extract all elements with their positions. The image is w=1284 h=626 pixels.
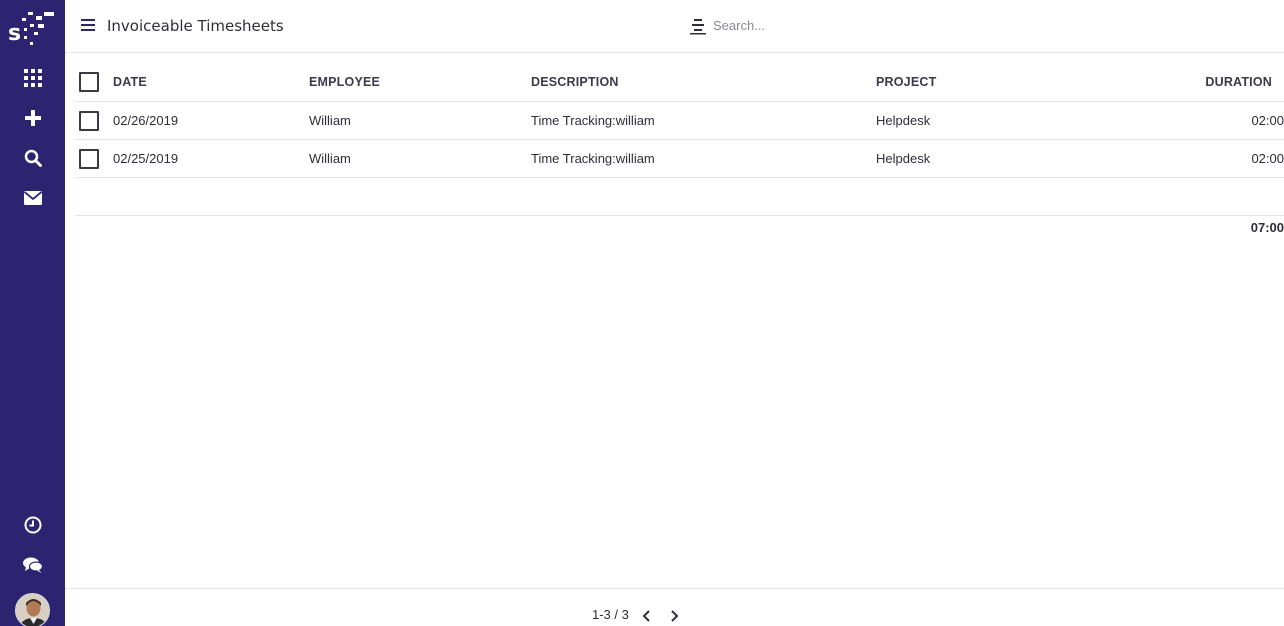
table-row[interactable]: 02/26/2019 William Time Tracking:william… <box>75 102 1284 140</box>
row-checkbox[interactable] <box>79 149 99 169</box>
cell-description: Time Tracking:william <box>531 151 655 166</box>
cell-description: Time Tracking:william <box>531 113 655 128</box>
table-row[interactable]: 02/25/2019 William Time Tracking:william… <box>75 140 1284 178</box>
table-header-row: DATE EMPLOYEE DESCRIPTION PROJECT DURATI… <box>75 63 1284 102</box>
search-input[interactable] <box>713 14 1013 36</box>
total-duration: 07:00 <box>1250 220 1284 235</box>
apps-grid-icon[interactable] <box>17 64 49 92</box>
cell-project: Helpdesk <box>876 151 931 166</box>
column-header-duration[interactable]: DURATION <box>1205 63 1272 101</box>
select-all-checkbox[interactable] <box>79 72 99 92</box>
clock-icon[interactable] <box>17 511 49 539</box>
column-header-project[interactable]: PROJECT <box>876 63 936 101</box>
pager-value: 1-3 / 3 <box>592 607 629 622</box>
user-avatar[interactable] <box>15 593 50 626</box>
cell-date: 02/25/2019 <box>113 151 179 166</box>
top-header: Invoiceable Timesheets <box>65 0 1284 53</box>
column-header-employee[interactable]: EMPLOYEE <box>309 63 380 101</box>
app-logo[interactable]: s <box>8 8 58 52</box>
plus-icon[interactable] <box>17 104 49 132</box>
cell-duration: 02:00 <box>1251 113 1284 128</box>
chat-icon[interactable] <box>17 551 49 579</box>
timesheet-table: DATE EMPLOYEE DESCRIPTION PROJECT DURATI… <box>75 63 1284 216</box>
cell-employee: William <box>309 113 351 128</box>
pager-footer: 1-3 / 3 <box>65 588 1284 626</box>
cell-duration: 02:00 <box>1251 151 1284 166</box>
column-header-description[interactable]: DESCRIPTION <box>531 63 619 101</box>
page-title: Invoiceable Timesheets <box>107 17 284 35</box>
column-header-date[interactable]: DATE <box>113 63 147 101</box>
cell-project: Helpdesk <box>876 113 931 128</box>
cell-employee: William <box>309 151 351 166</box>
cell-date: 02/26/2019 <box>113 113 179 128</box>
filter-icon[interactable] <box>689 17 707 35</box>
empty-row <box>75 178 1284 216</box>
pager-previous-icon[interactable] <box>642 609 654 623</box>
menu-toggle-icon[interactable] <box>81 18 99 34</box>
search-icon[interactable] <box>17 144 49 172</box>
svg-text:s: s <box>8 21 21 46</box>
pager-next-icon[interactable] <box>669 609 681 623</box>
mail-icon[interactable] <box>17 184 49 212</box>
row-checkbox[interactable] <box>79 111 99 131</box>
sidebar: s <box>0 0 65 626</box>
